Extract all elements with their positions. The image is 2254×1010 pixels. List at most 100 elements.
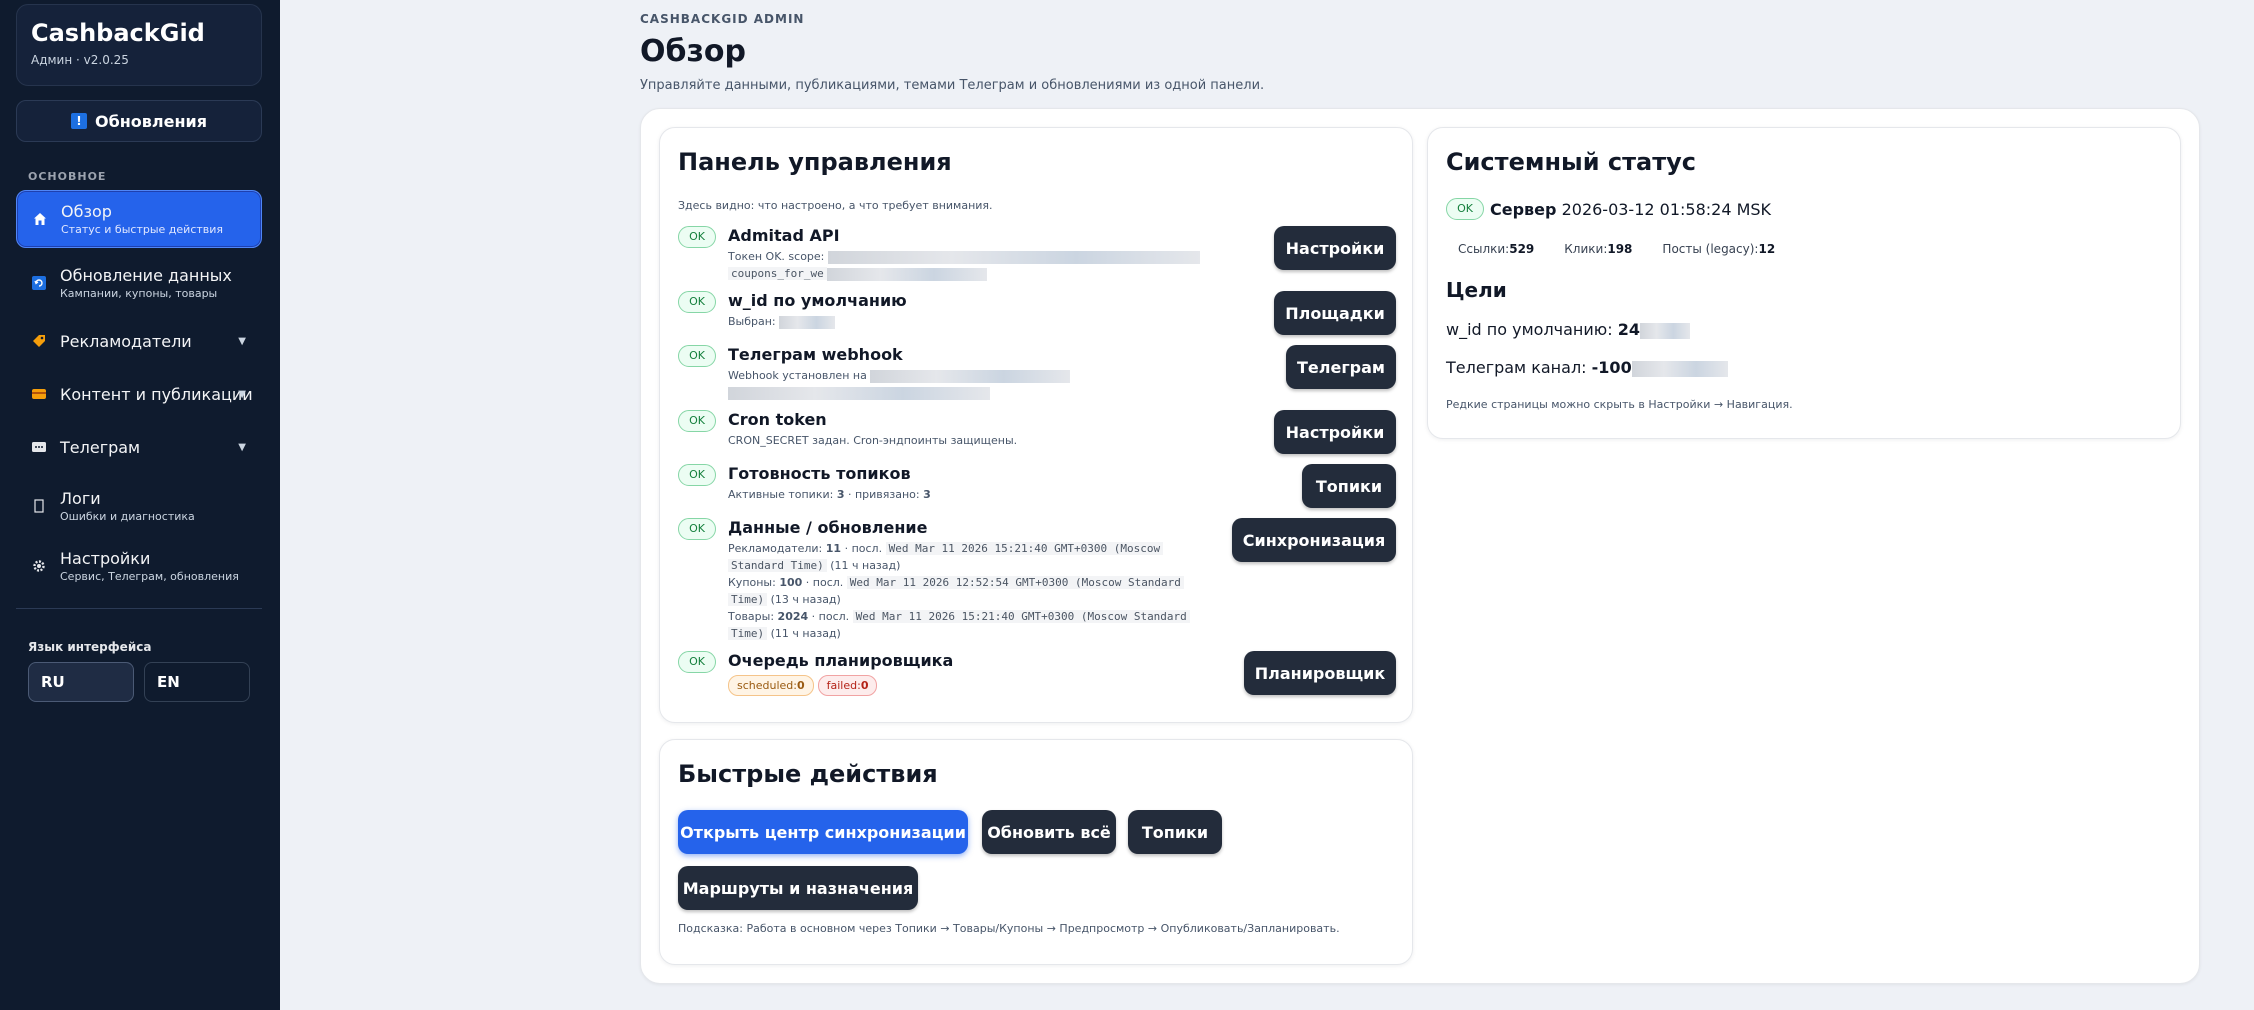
- sidebar-item-telegram[interactable]: Телеграм ▼: [16, 418, 262, 476]
- sidebar-item-sub: Статус и быстрые действия: [61, 223, 224, 236]
- sidebar-item-logs[interactable]: Логи Ошибки и диагностика: [16, 477, 262, 535]
- sidebar-item-data-update[interactable]: Обновление данных Кампании, купоны, това…: [16, 254, 262, 312]
- nav-section-label: ОСНОВНОЕ: [28, 170, 107, 183]
- row-subtitle: Webhook установлен на: [728, 367, 1071, 401]
- row-title: Готовность топиков: [728, 464, 911, 483]
- wid-line: w_id по умолчанию: 24: [1446, 320, 1690, 339]
- server-status-line: OK Сервер 2026-03-12 01:58:24 MSK: [1446, 198, 1771, 220]
- status-row-cron-token: OK Cron token CRON_SECRET задан. Cron-эн…: [678, 410, 1396, 454]
- quick-actions-title: Быстрые действия: [678, 760, 938, 788]
- sidebar-item-label: Рекламодатели: [60, 331, 192, 351]
- settings-button[interactable]: Настройки: [1274, 410, 1396, 454]
- settings-button[interactable]: Настройки: [1274, 226, 1396, 270]
- sidebar-item-label: Контент и публикации: [60, 384, 253, 404]
- posts-label: Посты (legacy):: [1662, 242, 1759, 256]
- scheduled-label: scheduled:: [737, 679, 797, 692]
- data-line-ago: (11 ч назад): [830, 559, 901, 572]
- sidebar-item-label: Обзор: [61, 202, 112, 221]
- clicks-stat: Клики:198: [1564, 242, 1632, 256]
- page-eyebrow: CASHBACKGID ADMIN: [640, 12, 805, 26]
- sidebar-item-overview[interactable]: Обзор Статус и быстрые действия: [16, 190, 262, 248]
- wid-value: 24: [1617, 320, 1640, 339]
- data-line-last: · посл.: [811, 610, 850, 623]
- data-line-count: 100: [779, 576, 803, 589]
- topics-button[interactable]: Топики: [1302, 464, 1396, 508]
- topics-bound-label: · привязано:: [847, 488, 920, 501]
- topics-active-count: 3: [836, 488, 845, 501]
- ok-badge: OK: [678, 226, 716, 248]
- row-subtitle: CRON_SECRET задан. Cron-эндпоинты защище…: [728, 434, 1018, 447]
- posts-count: 12: [1758, 242, 1776, 256]
- data-line-date: Time): [728, 627, 768, 640]
- status-row-wid: OK w_id по умолчанию Выбран: Площадки: [678, 291, 1396, 335]
- quick-actions-hint: Подсказка: Работа в основном через Топик…: [678, 922, 1340, 935]
- sidebar-item-advertisers[interactable]: Рекламодатели ▼: [16, 312, 262, 370]
- row-subtitle: Выбран:: [728, 313, 836, 330]
- brand-title: CashbackGid: [31, 19, 205, 47]
- sidebar-item-settings[interactable]: Настройки Сервис, Телеграм, обновления: [16, 537, 262, 595]
- wid-label: w_id по умолчанию:: [1446, 320, 1613, 339]
- lang-en-button[interactable]: EN: [144, 662, 250, 702]
- data-line-date: Wed Mar 11 2026 15:21:40 GMT+0300 (Mosco…: [852, 610, 1190, 623]
- row-sub-text: Токен OK. scope:: [728, 250, 825, 263]
- status-row-data-update: OK Данные / обновление Рекламодатели: 11…: [678, 518, 1396, 646]
- server-label: Сервер: [1490, 199, 1557, 219]
- row-title: Телеграм webhook: [728, 345, 903, 364]
- tag-icon: [30, 332, 48, 350]
- sidebar-item-label: Настройки: [60, 549, 151, 568]
- data-line-count: 11: [825, 542, 842, 555]
- refresh-all-button[interactable]: Обновить всё: [982, 810, 1116, 854]
- open-sync-center-button[interactable]: Открыть центр синхронизации: [678, 810, 968, 854]
- gear-icon: [30, 557, 48, 575]
- sidebar-item-label: Телеграм: [60, 437, 141, 457]
- failed-label: failed:: [826, 679, 861, 692]
- sidebar-item-label: Логи: [60, 489, 101, 508]
- ok-badge: OK: [678, 291, 716, 313]
- sidebar-item-sub: Кампании, купоны, товары: [60, 287, 218, 300]
- redacted-value: [826, 267, 987, 281]
- control-panel-card: Панель управления Здесь видно: что настр…: [659, 127, 1413, 723]
- sync-button[interactable]: Синхронизация: [1232, 518, 1396, 562]
- system-status-card: Системный статус OK Сервер 2026-03-12 01…: [1427, 127, 2181, 439]
- refresh-icon: [30, 274, 48, 292]
- redacted-value: [728, 386, 990, 400]
- row-subtitle: Токен OK. scope: coupons_for_we: [728, 248, 1200, 282]
- scheduled-count: 0: [796, 679, 805, 692]
- platforms-button[interactable]: Площадки: [1274, 291, 1396, 335]
- sidebar-item-label: Обновление данных: [60, 266, 232, 285]
- data-line-label: Рекламодатели:: [728, 542, 823, 555]
- routes-button[interactable]: Маршруты и назначения: [678, 866, 918, 910]
- exclamation-icon: !: [70, 113, 87, 129]
- page-title: Обзор: [640, 34, 746, 69]
- ok-badge: OK: [678, 651, 716, 673]
- data-line-date: Wed Mar 11 2026 12:52:54 GMT+0300 (Mosco…: [846, 576, 1184, 589]
- data-line-date: Time): [728, 593, 768, 606]
- ok-badge: OK: [678, 410, 716, 432]
- lang-ru-button[interactable]: RU: [28, 662, 134, 702]
- scheduler-button[interactable]: Планировщик: [1244, 651, 1396, 695]
- data-line-last: · посл.: [805, 576, 844, 589]
- ok-badge: OK: [678, 464, 716, 486]
- topics-button[interactable]: Топики: [1128, 810, 1222, 854]
- chevron-down-icon: ▼: [238, 388, 246, 400]
- failed-count: 0: [860, 679, 869, 692]
- chevron-down-icon: ▼: [238, 441, 246, 453]
- row-title: Admitad API: [728, 226, 840, 245]
- data-line-label: Купоны:: [728, 576, 776, 589]
- scheduled-badge: scheduled:0: [728, 675, 814, 696]
- links-stat: Ссылки:529: [1458, 242, 1534, 256]
- telegram-button[interactable]: Телеграм: [1286, 345, 1396, 389]
- ok-badge: OK: [678, 518, 716, 540]
- failed-badge: failed:0: [817, 675, 878, 696]
- quick-actions-card: Быстрые действия Открыть центр синхрониз…: [659, 739, 1413, 965]
- sidebar: CashbackGid Админ · v2.0.25 ! Обновления…: [0, 0, 280, 1010]
- sidebar-item-sub: Ошибки и диагностика: [60, 510, 195, 523]
- updates-label: Обновления: [94, 111, 208, 131]
- redacted-value: [1640, 322, 1690, 339]
- updates-button[interactable]: ! Обновления: [16, 100, 262, 142]
- control-panel-title: Панель управления: [678, 148, 952, 176]
- row-sub-text: Выбран:: [728, 315, 776, 328]
- control-panel-hint: Здесь видно: что настроено, а что требуе…: [678, 199, 993, 212]
- sidebar-item-content[interactable]: Контент и публикации ▼: [16, 365, 262, 423]
- data-line-ago: (11 ч назад): [770, 627, 841, 640]
